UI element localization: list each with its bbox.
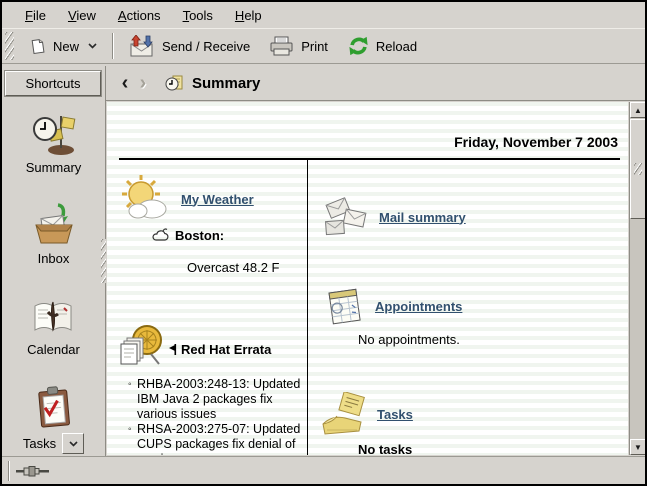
appointments-link[interactable]: Appointments <box>375 299 462 314</box>
mail-section-header: Mail summary <box>321 194 466 240</box>
new-document-icon <box>29 38 46 55</box>
mail-summary-icon <box>321 194 369 240</box>
new-button-label: New <box>53 39 79 54</box>
mail-summary-link[interactable]: Mail summary <box>379 210 466 225</box>
sidebar-item-tasks[interactable]: Tasks <box>2 385 105 454</box>
errata-list: RHBA-2003:248-13: Updated IBM Java 2 pac… <box>128 377 306 455</box>
reload-button-label: Reload <box>376 39 417 54</box>
toolbar-separator <box>112 33 114 59</box>
toolbar-grip[interactable] <box>5 32 14 60</box>
reload-button[interactable]: Reload <box>338 31 427 61</box>
menu-help[interactable]: Help <box>224 5 273 26</box>
my-weather-link[interactable]: My Weather <box>181 192 254 207</box>
menu-actions[interactable]: Actions <box>107 5 172 26</box>
summary-content: Friday, November 7 2003 <box>107 102 628 455</box>
weather-condition: Overcast 48.2 F <box>187 260 279 275</box>
scrollbar-thumb[interactable] <box>630 119 646 219</box>
errata-title: Red Hat Errata <box>181 342 271 357</box>
sidebar-item-label: Summary <box>26 160 82 175</box>
errata-flag-icon <box>169 344 177 355</box>
folder-title: Summary <box>192 75 260 92</box>
toolbar: New Send / Receive <box>2 28 645 64</box>
folder-title-bar: ‹ › Summary <box>106 66 645 101</box>
menu-view[interactable]: View <box>57 5 107 26</box>
back-button[interactable]: ‹ <box>116 74 134 92</box>
print-button[interactable]: Print <box>260 31 338 61</box>
tasks-section-header: Tasks <box>319 392 413 436</box>
summary-folder-icon <box>164 73 184 93</box>
scroll-up-button[interactable]: ▲ <box>630 102 646 118</box>
menu-bar: File View Actions Tools Help <box>2 2 645 28</box>
send-receive-label: Send / Receive <box>162 39 250 54</box>
cloud-icon <box>151 228 169 243</box>
chevron-down-icon <box>88 43 97 49</box>
status-bar <box>2 456 645 484</box>
send-receive-button[interactable]: Send / Receive <box>119 30 260 62</box>
sidebar-overflow-button[interactable] <box>62 433 84 454</box>
sidebar-item-calendar[interactable]: Calendar <box>2 294 105 357</box>
folder-pane: ‹ › Summary Friday, November 7 2003 <box>106 66 645 456</box>
summary-left-column: My Weather Boston: Overcast 48.2 <box>117 102 307 455</box>
vertical-scrollbar[interactable]: ▲ ▼ <box>629 102 645 455</box>
sidebar-item-label: Calendar <box>27 342 80 357</box>
errata-section-header: Red Hat Errata <box>117 324 271 374</box>
menu-tools[interactable]: Tools <box>172 5 224 26</box>
tasks-icon <box>33 385 75 429</box>
chevron-down-icon <box>69 441 78 447</box>
menu-file[interactable]: File <box>14 5 57 26</box>
tasks-link[interactable]: Tasks <box>377 407 413 422</box>
weather-location-row: Boston: <box>151 228 224 243</box>
reload-icon <box>348 36 369 56</box>
news-feed-icon <box>117 324 165 374</box>
sidebar-item-inbox[interactable]: Inbox <box>2 203 105 266</box>
evolution-window: File View Actions Tools Help New <box>0 0 647 486</box>
forward-button[interactable]: › <box>134 74 152 92</box>
scroll-down-button[interactable]: ▼ <box>630 439 646 455</box>
errata-item[interactable]: RHSA-2003:275-07: Updated CUPS packages … <box>128 422 306 455</box>
weather-icon <box>119 174 171 224</box>
statusbar-separator <box>8 461 10 481</box>
shortcuts-sidebar: Shortcuts Summary <box>2 66 106 456</box>
sidebar-item-label: Inbox <box>38 251 70 266</box>
online-status-icon[interactable] <box>16 465 50 477</box>
sidebar-item-label: Tasks <box>23 436 56 451</box>
print-button-label: Print <box>301 39 328 54</box>
sidebar-item-summary[interactable]: Summary <box>2 112 105 175</box>
appointments-section-header: Appointments <box>325 286 462 326</box>
weather-location: Boston: <box>175 228 224 243</box>
summary-right-column: Mail summary <box>319 102 626 455</box>
shortcuts-group-button[interactable]: Shortcuts <box>5 71 101 96</box>
appointments-icon <box>325 286 365 326</box>
weather-section-header: My Weather <box>119 174 254 224</box>
inbox-icon <box>31 203 77 247</box>
printer-icon <box>270 36 294 56</box>
appointments-empty-text: No appointments. <box>358 332 460 347</box>
new-button[interactable]: New <box>19 33 107 60</box>
column-divider <box>307 160 308 455</box>
calendar-icon <box>31 294 77 338</box>
main-area: Shortcuts Summary <box>2 66 645 456</box>
tasks-notes-icon <box>319 392 367 436</box>
tasks-empty-text: No tasks <box>358 442 412 455</box>
send-receive-icon <box>129 35 155 57</box>
summary-view: Friday, November 7 2003 <box>106 101 645 456</box>
summary-icon <box>31 112 77 156</box>
scrollbar-grip <box>634 163 642 175</box>
errata-item[interactable]: RHBA-2003:248-13: Updated IBM Java 2 pac… <box>128 377 306 422</box>
